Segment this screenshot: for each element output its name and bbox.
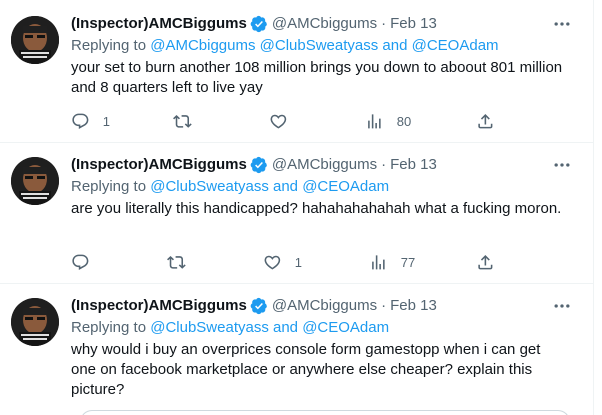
action-bar: 1 77 — [71, 252, 501, 272]
tweet[interactable]: (Inspector)AMCBiggums @AMCbiggums · Feb … — [0, 284, 594, 415]
avatar-image — [11, 16, 59, 64]
replying-to-mentions[interactable]: @AMCbiggums @ClubSweatyass and @CEOAdam — [150, 37, 498, 54]
retweet-icon — [167, 255, 186, 269]
display-name[interactable]: (Inspector)AMCBiggums — [71, 14, 247, 34]
avatar[interactable] — [11, 298, 59, 346]
reply-icon — [72, 254, 89, 270]
share-icon — [478, 113, 493, 129]
more-icon[interactable] — [552, 155, 572, 175]
separator: · — [381, 15, 387, 32]
tweet[interactable]: (Inspector)AMCBiggums @AMCbiggums · Feb … — [0, 0, 594, 143]
views-icon — [368, 113, 381, 129]
timestamp[interactable]: Feb 13 — [390, 155, 437, 175]
handle[interactable]: @AMCbiggums — [272, 155, 377, 175]
replying-to-label: Replying to — [71, 178, 147, 195]
retweet-button[interactable] — [173, 111, 192, 131]
reply-icon — [72, 113, 89, 129]
avatar-image — [11, 157, 59, 205]
display-name[interactable]: (Inspector)AMCBiggums — [71, 296, 247, 316]
views-icon — [372, 254, 385, 270]
media-card[interactable] — [80, 410, 570, 415]
verified-badge-icon — [250, 15, 267, 33]
reply-button[interactable] — [71, 252, 103, 272]
timestamp[interactable]: Feb 13 — [390, 14, 437, 34]
handle[interactable]: @AMCbiggums — [272, 296, 377, 316]
display-name[interactable]: (Inspector)AMCBiggums — [71, 155, 247, 175]
like-button[interactable] — [269, 111, 301, 131]
tweet-header: (Inspector)AMCBiggums @AMCbiggums · Feb … — [71, 155, 437, 175]
replying-to: Replying to @AMCbiggums @ClubSweatyass a… — [71, 36, 499, 56]
avatar[interactable] — [11, 157, 59, 205]
replying-to-label: Replying to — [71, 37, 147, 54]
retweet-icon — [173, 114, 192, 128]
separator: · — [381, 156, 387, 173]
tweet-text: are you literally this handicapped? haha… — [71, 200, 562, 217]
tweet-feed: (Inspector)AMCBiggums @AMCbiggums · Feb … — [0, 0, 594, 415]
replying-to: Replying to @ClubSweatyass and @CEOAdam — [71, 177, 389, 197]
verified-badge-icon — [250, 297, 267, 315]
timestamp[interactable]: Feb 13 — [390, 296, 437, 316]
replying-to-label: Replying to — [71, 319, 147, 336]
view-count: 80 — [396, 113, 412, 129]
view-count: 77 — [400, 254, 416, 270]
like-count: 1 — [294, 254, 302, 270]
verified-badge-icon — [250, 156, 267, 174]
views-button[interactable]: 77 — [369, 252, 415, 272]
avatar-image — [11, 298, 59, 346]
tweet-text: your set to burn another 108 million bri… — [71, 59, 563, 96]
action-bar: 1 80 — [71, 111, 501, 131]
views-button[interactable]: 80 — [365, 111, 411, 131]
like-icon — [264, 255, 281, 270]
avatar[interactable] — [11, 16, 59, 64]
tweet-header: (Inspector)AMCBiggums @AMCbiggums · Feb … — [71, 14, 437, 34]
reply-count: 1 — [102, 113, 110, 129]
tweet[interactable]: (Inspector)AMCBiggums @AMCbiggums · Feb … — [0, 143, 594, 284]
tweet-header: (Inspector)AMCBiggums @AMCbiggums · Feb … — [71, 296, 437, 316]
handle[interactable]: @AMCbiggums — [272, 14, 377, 34]
more-icon[interactable] — [552, 14, 572, 34]
share-button[interactable] — [476, 252, 495, 272]
more-icon[interactable] — [552, 296, 572, 316]
replying-to: Replying to @ClubSweatyass and @CEOAdam — [71, 318, 389, 338]
reply-button[interactable]: 1 — [71, 111, 110, 131]
like-icon — [270, 114, 287, 129]
like-button[interactable]: 1 — [263, 252, 302, 272]
share-icon — [478, 254, 493, 270]
tweet-text: why would i buy an overprices console fo… — [71, 341, 541, 398]
replying-to-mentions[interactable]: @ClubSweatyass and @CEOAdam — [150, 319, 389, 336]
separator: · — [381, 297, 387, 314]
share-button[interactable] — [476, 111, 495, 131]
replying-to-mentions[interactable]: @ClubSweatyass and @CEOAdam — [150, 178, 389, 195]
retweet-button[interactable] — [167, 252, 186, 272]
